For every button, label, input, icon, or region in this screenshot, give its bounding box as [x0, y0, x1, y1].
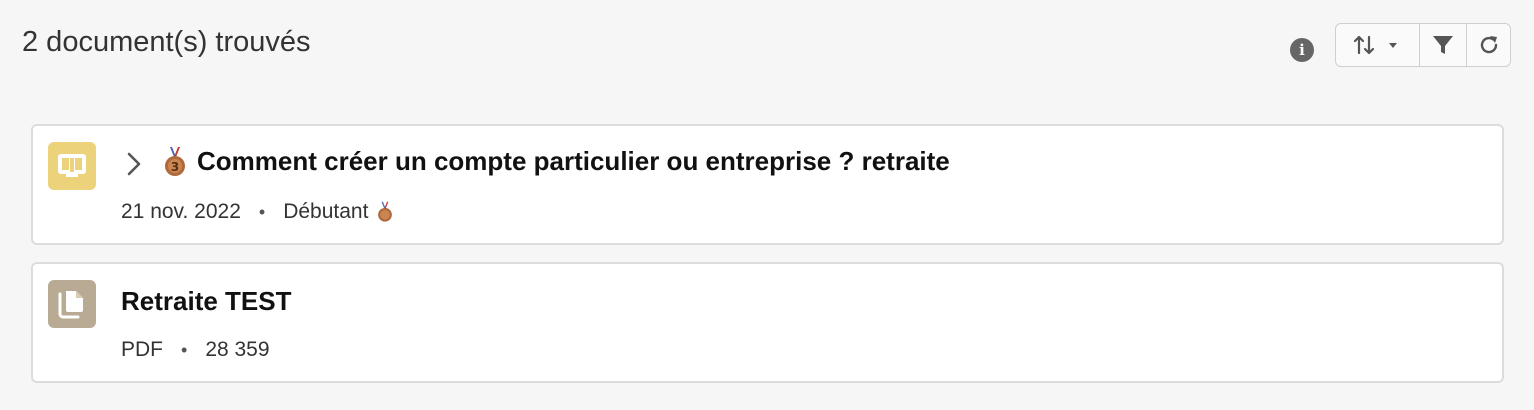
files-icon: [48, 280, 96, 328]
chevron-down-icon: [1388, 43, 1397, 48]
document-size: 28 359: [205, 338, 270, 361]
sort-icon: [1353, 35, 1397, 55]
medal-icon: [378, 201, 393, 222]
refresh-button[interactable]: [1467, 24, 1510, 66]
separator-dot: •: [181, 339, 188, 360]
svg-text:3: 3: [171, 160, 179, 174]
separator-dot: •: [258, 201, 266, 222]
filter-button[interactable]: [1420, 24, 1467, 66]
document-level: Débutant: [283, 200, 369, 223]
document-meta: 21 nov. 2022 • Débutant: [121, 200, 394, 224]
results-toolbar: [1335, 23, 1511, 67]
info-icon[interactable]: i: [1290, 38, 1314, 62]
filter-icon: [1433, 36, 1453, 54]
chevron-right-icon[interactable]: [125, 151, 145, 177]
medal-icon: 3: [165, 147, 185, 176]
document-title[interactable]: Comment créer un compte particulier ou e…: [197, 146, 950, 177]
book-icon: [48, 142, 96, 190]
document-card[interactable]: Retraite TEST PDF • 28 359: [31, 262, 1504, 383]
document-type: PDF: [121, 338, 163, 361]
document-meta: PDF • 28 359: [121, 338, 270, 362]
sort-button[interactable]: [1336, 24, 1420, 66]
document-date: 21 nov. 2022: [121, 200, 241, 223]
results-count: 2 document(s) trouvés: [22, 26, 311, 58]
document-card[interactable]: 3 Comment créer un compte particulier ou…: [31, 124, 1504, 245]
document-title[interactable]: Retraite TEST: [121, 286, 292, 317]
refresh-icon: [1480, 36, 1497, 54]
